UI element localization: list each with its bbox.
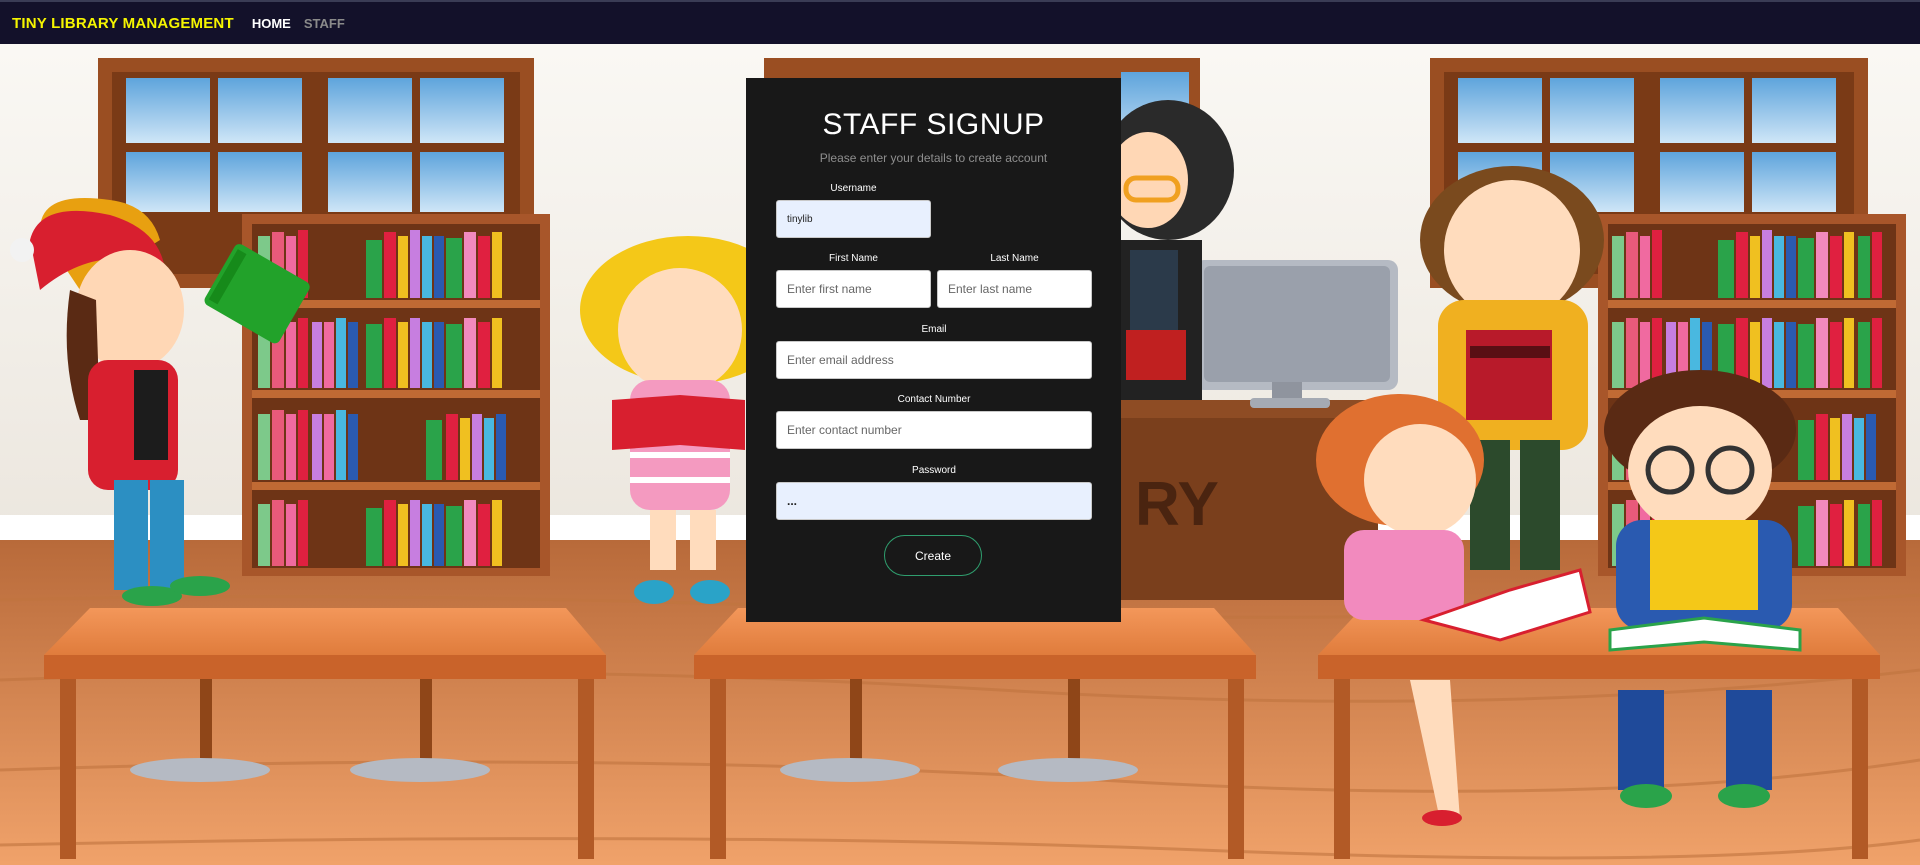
first-name-label: First Name: [829, 253, 878, 264]
create-button[interactable]: Create: [884, 535, 982, 576]
first-name-input[interactable]: [776, 270, 931, 308]
email-input[interactable]: [776, 341, 1092, 379]
signup-subtitle: Please enter your details to create acco…: [819, 151, 1048, 165]
nav-home-link[interactable]: HOME: [252, 16, 291, 31]
username-label: Username: [830, 183, 877, 194]
password-input[interactable]: [776, 482, 1092, 520]
password-label: Password: [912, 465, 956, 476]
contact-number-input[interactable]: [776, 411, 1092, 449]
desk-sign-text: RY: [1135, 470, 1219, 539]
signup-title: STAFF SIGNUP: [822, 108, 1045, 141]
monitor: [1194, 260, 1398, 408]
nav-staff-link[interactable]: STAFF: [304, 16, 345, 31]
brand-title[interactable]: TINY LIBRARY MANAGEMENT: [12, 15, 234, 32]
username-input[interactable]: [776, 200, 931, 238]
staff-signup-card: STAFF SIGNUP Please enter your details t…: [746, 78, 1121, 622]
email-label: Email: [921, 324, 947, 335]
contact-number-label: Contact Number: [897, 394, 971, 405]
last-name-label: Last Name: [990, 253, 1039, 264]
last-name-input[interactable]: [937, 270, 1092, 308]
top-navbar: TINY LIBRARY MANAGEMENT HOME STAFF: [0, 0, 1920, 44]
bookshelf-left: [242, 214, 550, 576]
